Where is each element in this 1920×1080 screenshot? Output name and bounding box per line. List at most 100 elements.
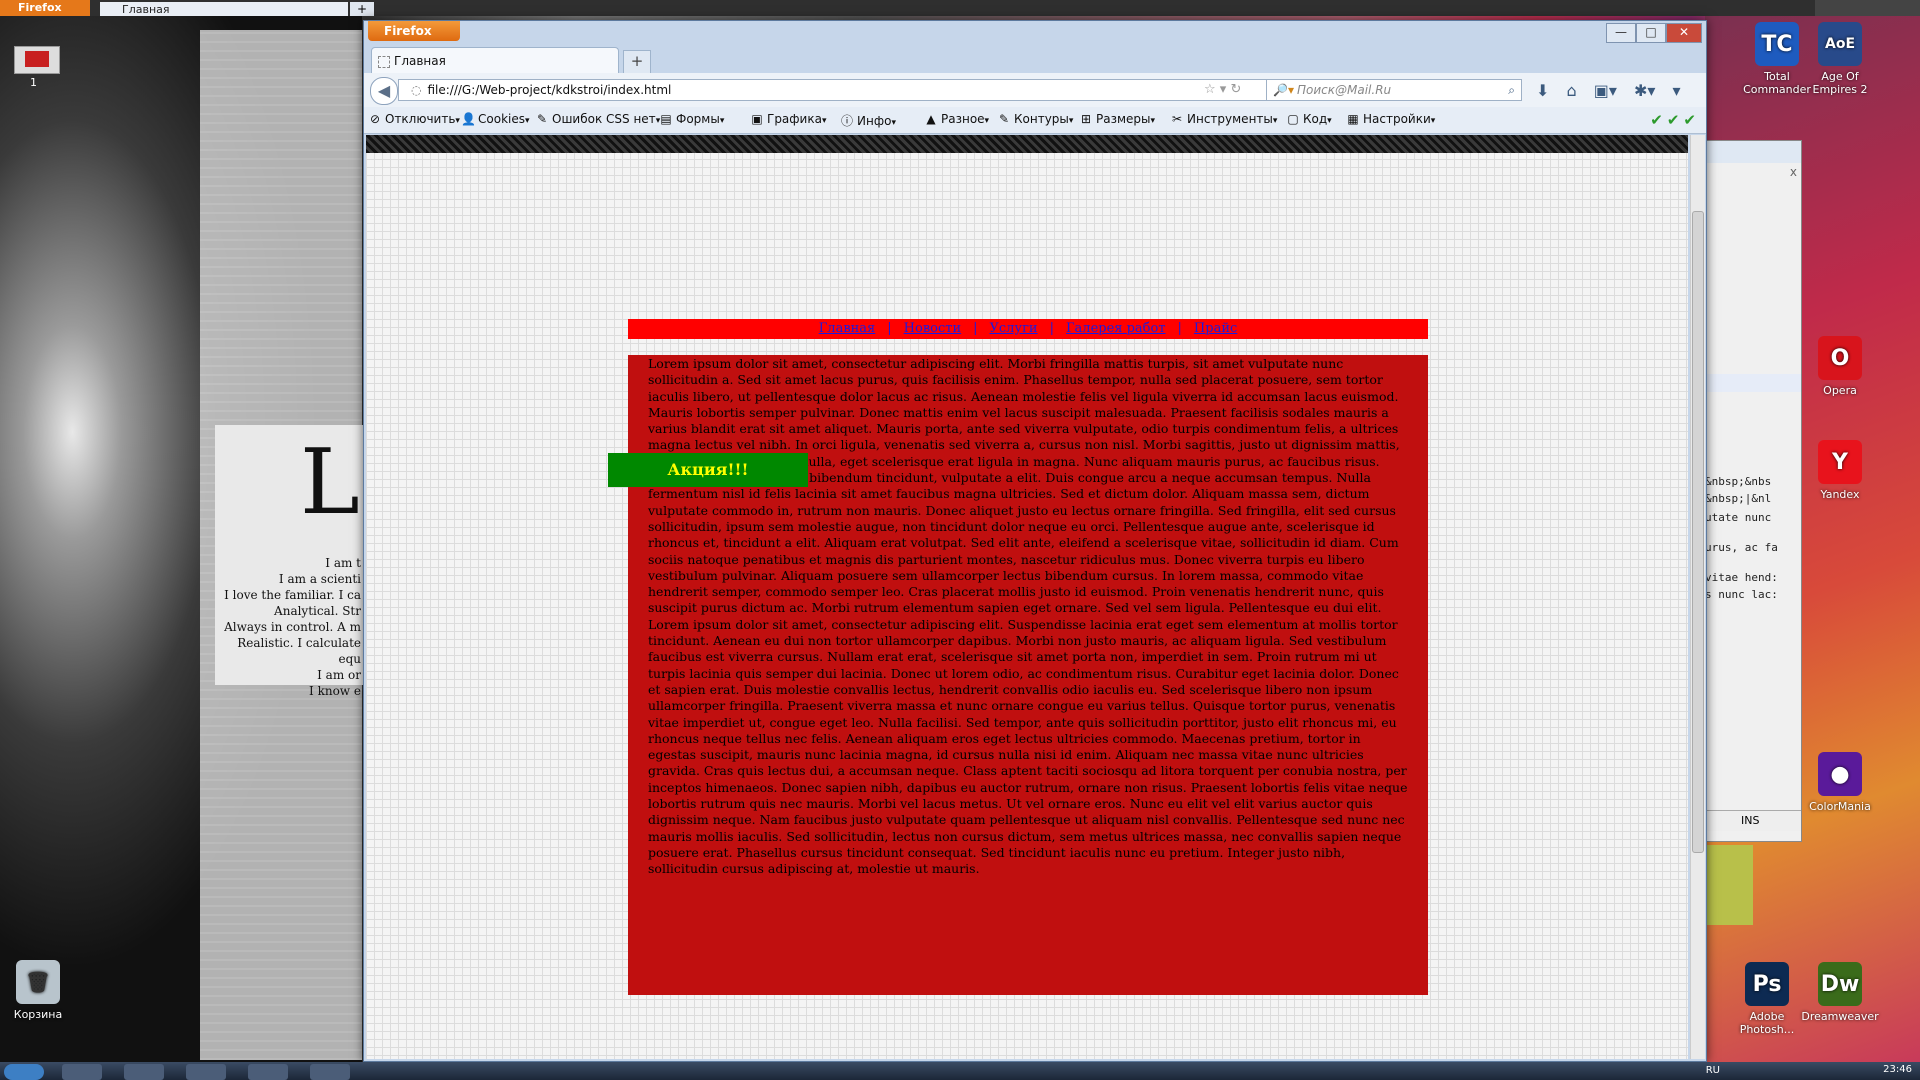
dropdown-arrow-icon: ▾ xyxy=(821,116,827,126)
toolbar-item-icon: ✎ xyxy=(998,112,1010,126)
toolbar-item-7[interactable]: ▲ Разное▾ xyxy=(924,112,989,126)
search-icon[interactable]: ⌕ xyxy=(1508,80,1515,100)
toolbar-item-label: Формы xyxy=(676,112,720,126)
toolbar-item-icon: ✂ xyxy=(1171,112,1183,126)
wallpaper-text-line: I am a scienti xyxy=(278,572,361,586)
search-placeholder: Поиск@Mail.Ru xyxy=(1297,83,1392,97)
navigation-bar: ◀ ◌ file:///G:/Web-project/kdkstroi/index… xyxy=(364,73,1706,107)
taskbar-explorer[interactable] xyxy=(62,1064,102,1080)
validation-check-icons[interactable]: ✔✔✔ xyxy=(1650,111,1700,129)
toolbar-item-9[interactable]: ⊞ Размеры▾ xyxy=(1079,112,1155,126)
desktop-icon-dreamweaver[interactable]: Dw Dreamweaver xyxy=(1800,962,1880,1023)
toolbar-item-label: Инструменты xyxy=(1187,112,1273,126)
language-indicator[interactable]: RU xyxy=(1706,1065,1720,1076)
close-button[interactable]: ✕ xyxy=(1666,23,1702,43)
desktop-shortcut-label: 1 xyxy=(30,76,37,89)
maximize-button[interactable]: □ xyxy=(1636,23,1666,43)
taskbar-firefox[interactable] xyxy=(248,1064,288,1080)
nav-link-4[interactable]: Галерея работ xyxy=(1066,321,1166,336)
taskbar-notepad[interactable] xyxy=(186,1064,226,1080)
nav-right-icons[interactable]: ⬇ ⌂ ▣▾ ✱▾ ▾ xyxy=(1536,81,1681,100)
toolbar-item-2[interactable]: 👤 Cookies▾ xyxy=(461,112,530,126)
firefox-window[interactable]: Firefox — □ ✕ Главная + ◀ ◌ file:///G:/Web-… xyxy=(363,20,1707,1062)
tab-main[interactable]: Главная xyxy=(371,47,619,73)
dropdown-arrow-icon: ▾ xyxy=(984,116,990,126)
recycle-bin[interactable]: 🗑 Корзина xyxy=(0,960,78,1021)
search-engine-icon[interactable]: 🔎▾ xyxy=(1273,80,1294,100)
back-arrow-icon[interactable]: ◀ xyxy=(370,77,398,105)
desktop-icon-age-of-empires-2[interactable]: AoE Age Of Empires 2 xyxy=(1800,22,1880,96)
toolbar-item-icon: ▣ xyxy=(751,112,763,126)
toolbar-item-label: Контуры xyxy=(1014,112,1069,126)
page-icon xyxy=(378,56,390,68)
wallpaper-text-line: Always in control. A m xyxy=(224,620,361,634)
scrollbar-thumb[interactable] xyxy=(1692,211,1704,853)
search-input[interactable]: 🔎▾ Поиск@Mail.Ru ⌕ xyxy=(1266,79,1522,101)
trash-icon: 🗑 xyxy=(16,960,60,1004)
editor-statusbar: INS xyxy=(1701,810,1801,831)
app-icon: Ps xyxy=(1745,962,1789,1006)
content-block: Lorem ipsum dolor sit amet, consectetur … xyxy=(628,355,1428,995)
nav-separator: | xyxy=(973,321,978,336)
editor-code-line: &nbsp;&nbs xyxy=(1705,475,1772,488)
url-text: file:///G:/Web-project/kdkstroi/index.ht… xyxy=(427,83,672,97)
toolbar-item-icon: ▲ xyxy=(926,112,936,126)
window-controls[interactable]: — □ ✕ xyxy=(1606,23,1702,43)
desktop-icon-colormania[interactable]: ● ColorMania xyxy=(1800,752,1880,813)
page-viewport: Главная | Новости | Услуги | Галерея работ | Пра… xyxy=(366,135,1688,1059)
url-bar[interactable]: ◌ file:///G:/Web-project/kdkstroi/index.h… xyxy=(398,79,1296,101)
nav-link-3[interactable]: Услуги xyxy=(990,321,1038,336)
toolbar-item-6[interactable]: ⓘ Инфо▾ xyxy=(840,112,896,129)
editor-window[interactable]: x &nbsp;&nbs &nbsp;|&nl utate nunc urus, ac… xyxy=(1700,140,1802,842)
toolbar-item-label: Разное xyxy=(941,112,985,126)
nav-link-1[interactable]: Главная xyxy=(819,321,876,336)
taskbar-yandex[interactable] xyxy=(124,1064,164,1080)
bookmark-star-icon[interactable]: ☆ ▾ ↻ xyxy=(1204,79,1241,101)
wallpaper-text-line: I am or xyxy=(317,668,361,682)
toolbar-item-12[interactable]: ▦ Настройки▾ xyxy=(1346,112,1435,126)
background-window-controls[interactable] xyxy=(1815,0,1920,16)
toolbar-item-5[interactable]: ▣ Графика▾ xyxy=(750,112,826,126)
minimize-button[interactable]: — xyxy=(1606,23,1636,43)
start-button[interactable] xyxy=(4,1064,44,1080)
nav-separator: | xyxy=(1177,321,1182,336)
toolbar-item-3[interactable]: ✎ Ошибок CSS нет▾ xyxy=(535,112,660,126)
desktop-icon-yandex[interactable]: Y Yandex xyxy=(1800,440,1880,501)
nav-link-2[interactable]: Новости xyxy=(904,321,961,336)
desktop-icon-label: Adobe Photosh... xyxy=(1739,1010,1795,1036)
toolbar-item-1[interactable]: ⊘ Отключить▾ xyxy=(368,112,460,126)
background-firefox-button[interactable]: Firefox xyxy=(0,0,90,16)
web-developer-toolbar: ⊘ Отключить▾ 👤 Cookies▾ ✎ Ошибок CSS нет▾ ▤ Фор… xyxy=(364,107,1706,134)
firefox-menu-button[interactable]: Firefox xyxy=(368,21,460,41)
app-icon: AoE xyxy=(1818,22,1862,66)
desktop-icon-adobe-photosh[interactable]: Ps Adobe Photosh... xyxy=(1727,962,1807,1036)
dropdown-arrow-icon: ▾ xyxy=(719,116,725,126)
dropdown-arrow-icon: ▾ xyxy=(455,116,460,126)
toolbar-item-4[interactable]: ▤ Формы▾ xyxy=(659,112,724,126)
desktop-shortcut-icon[interactable] xyxy=(14,46,60,74)
clock[interactable]: 23:46 xyxy=(1883,1064,1912,1075)
desktop-icon-label: ColorMania xyxy=(1809,800,1871,813)
new-tab-button[interactable]: + xyxy=(623,50,651,74)
dropdown-arrow-icon: ▾ xyxy=(1272,116,1278,126)
background-tab[interactable]: Главная xyxy=(100,2,348,16)
toolbar-item-8[interactable]: ✎ Контуры▾ xyxy=(997,112,1073,126)
desktop-icon-opera[interactable]: O Opera xyxy=(1800,336,1880,397)
editor-code-line: vitae hend: xyxy=(1705,571,1778,584)
dropdown-arrow-icon: ▾ xyxy=(524,116,530,126)
close-icon[interactable]: x xyxy=(1790,165,1797,179)
toolbar-item-10[interactable]: ✂ Инструменты▾ xyxy=(1170,112,1277,126)
editor-code-line: s nunc lac: xyxy=(1705,588,1778,601)
background-new-tab-button[interactable]: + xyxy=(350,2,374,16)
editor-code-line: urus, ac fa xyxy=(1705,541,1778,554)
dropdown-arrow-icon: ▾ xyxy=(891,118,896,128)
wallpaper-patch xyxy=(1705,845,1753,925)
toolbar-item-11[interactable]: ▢ Код▾ xyxy=(1286,112,1331,126)
editor-titlebar xyxy=(1701,141,1801,163)
nav-link-5[interactable]: Прайс xyxy=(1194,321,1237,336)
toolbar-item-label: Графика xyxy=(767,112,822,126)
promo-badge[interactable]: Акция!!! xyxy=(608,453,808,487)
wallpaper-text-line: Analytical. Str xyxy=(274,604,361,618)
taskbar-chrome[interactable] xyxy=(310,1064,350,1080)
wallpaper-text-line: Realistic. I calculate equ xyxy=(237,636,361,666)
